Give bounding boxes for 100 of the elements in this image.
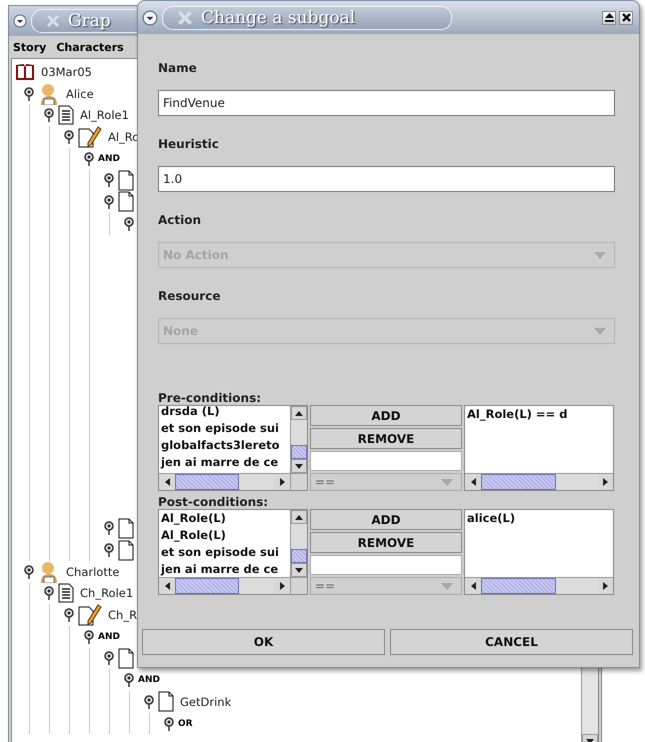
- pin-icon[interactable]: [104, 194, 114, 209]
- horizontal-scrollbar[interactable]: [465, 474, 613, 490]
- scrollbar-thumb[interactable]: [291, 549, 307, 563]
- window-menu-icon[interactable]: [142, 10, 158, 26]
- caret-icon: [594, 328, 606, 334]
- list-item[interactable]: et son episode sui: [159, 420, 290, 437]
- arrow-right-icon[interactable]: [280, 478, 284, 486]
- tree-label[interactable]: Alice: [66, 86, 94, 101]
- pin-icon[interactable]: [124, 216, 134, 231]
- list-item[interactable]: alice(L): [465, 510, 613, 527]
- remove-button[interactable]: REMOVE: [310, 532, 462, 553]
- section-label: Pre-conditions:: [158, 391, 262, 405]
- x-mark-icon: [46, 14, 60, 28]
- add-button[interactable]: ADD: [310, 405, 462, 426]
- cancel-button[interactable]: CANCEL: [390, 629, 633, 655]
- list-item[interactable]: jen ai marre de ce: [159, 561, 290, 577]
- arrow-left-icon[interactable]: [164, 478, 170, 486]
- list-box[interactable]: alice(L): [464, 509, 614, 595]
- arrow-up-icon[interactable]: [295, 514, 303, 520]
- pin-icon[interactable]: [124, 673, 134, 688]
- scrollbar-thumb[interactable]: [175, 474, 240, 490]
- list-box[interactable]: drsda (L) et son episode sui globalfacts3lereto jen ai marre de ce: [158, 405, 308, 491]
- pin-icon[interactable]: [24, 564, 34, 579]
- scrollbar-thumb[interactable]: [481, 474, 556, 490]
- arrow-left-icon[interactable]: [470, 582, 476, 590]
- operator-label[interactable]: AND: [98, 154, 120, 164]
- person-icon: [38, 82, 60, 105]
- list-item[interactable]: jen ai marre de ce: [159, 454, 290, 471]
- pin-icon[interactable]: [64, 130, 74, 144]
- arrow-left-icon[interactable]: [470, 478, 476, 486]
- scrollbar-thumb[interactable]: [291, 445, 307, 459]
- pin-icon[interactable]: [104, 651, 114, 666]
- arrow-down-icon[interactable]: [586, 738, 594, 742]
- pencil-document-icon: [78, 604, 102, 626]
- arrow-right-icon[interactable]: [602, 478, 608, 486]
- tree-label[interactable]: GetDrink: [180, 694, 232, 709]
- menu-item[interactable]: Characters: [56, 40, 124, 54]
- pin-icon[interactable]: [164, 716, 174, 731]
- pin-icon[interactable]: [104, 543, 114, 558]
- pin-icon[interactable]: [44, 586, 54, 600]
- list-item[interactable]: Al_Role(L) == d: [465, 406, 613, 423]
- arrow-up-icon[interactable]: [295, 410, 303, 416]
- horizontal-scrollbar[interactable]: [159, 578, 290, 594]
- field-label: Heuristic: [158, 137, 220, 151]
- arrow-down-icon[interactable]: [295, 464, 303, 468]
- field-label: Action: [158, 213, 202, 227]
- list-item[interactable]: Al_Role(L): [159, 527, 290, 544]
- window-menu-icon[interactable]: [13, 14, 27, 28]
- arrow-right-icon[interactable]: [280, 582, 284, 590]
- close-button[interactable]: [619, 10, 633, 24]
- person-icon: [38, 560, 60, 583]
- list-item[interactable]: Al_Role(L): [159, 510, 290, 527]
- pin-icon[interactable]: [64, 608, 74, 622]
- pin-icon[interactable]: [84, 152, 94, 166]
- tree-label[interactable]: Charlotte: [66, 564, 120, 579]
- pin-icon[interactable]: [144, 694, 154, 709]
- page-icon: [118, 170, 134, 191]
- arrow-left-icon[interactable]: [164, 582, 170, 590]
- list-box[interactable]: Al_Role(L) Al_Role(L) et son episode sui jen ai marre de ce: [158, 509, 308, 595]
- menu-item[interactable]: Story: [13, 40, 46, 54]
- list-box[interactable]: Al_Role(L) == d: [464, 405, 614, 491]
- book-icon: [15, 62, 35, 81]
- horizontal-scrollbar[interactable]: [159, 474, 290, 490]
- tree-label[interactable]: Al_Role1: [80, 108, 129, 122]
- ok-button[interactable]: OK: [142, 629, 385, 655]
- section-label: Post-conditions:: [158, 495, 270, 509]
- pin-icon[interactable]: [24, 86, 34, 101]
- input-field[interactable]: [310, 555, 462, 575]
- operator-label[interactable]: AND: [98, 632, 120, 642]
- input-field[interactable]: 1.0: [158, 166, 615, 192]
- horizontal-scrollbar[interactable]: [465, 578, 613, 594]
- field-label: Resource: [158, 289, 222, 303]
- arrow-down-icon[interactable]: [295, 568, 303, 572]
- remove-button[interactable]: REMOVE: [310, 428, 462, 449]
- pin-icon[interactable]: [104, 521, 114, 536]
- tree-label[interactable]: 03Mar05: [41, 64, 92, 79]
- operator-label[interactable]: OR: [178, 718, 193, 729]
- arrow-right-icon[interactable]: [602, 582, 608, 590]
- scrollbar-thumb[interactable]: [175, 578, 240, 594]
- pencil-document-icon: [78, 126, 102, 148]
- input-field[interactable]: [310, 451, 462, 471]
- maximize-button[interactable]: [602, 10, 616, 24]
- vertical-scrollbar[interactable]: [290, 406, 307, 473]
- list-item[interactable]: drsda (L): [159, 406, 290, 420]
- vertical-scrollbar[interactable]: [290, 510, 307, 577]
- operator-label[interactable]: AND: [138, 675, 160, 686]
- tree-label[interactable]: Ch_R: [108, 608, 138, 622]
- pin-icon[interactable]: [104, 173, 114, 188]
- input-field[interactable]: FindVenue: [158, 90, 615, 116]
- tree-label[interactable]: Ch_Role1: [80, 586, 134, 600]
- list-item[interactable]: et son episode sui: [159, 544, 290, 561]
- caret-icon: [441, 582, 453, 590]
- field-label: Name: [158, 61, 198, 75]
- add-button[interactable]: ADD: [310, 509, 462, 530]
- pin-icon[interactable]: [44, 108, 54, 122]
- page-icon: [118, 648, 134, 669]
- pin-icon[interactable]: [84, 630, 94, 644]
- document-icon: [58, 105, 74, 126]
- list-item[interactable]: globalfacts3lereto: [159, 437, 290, 454]
- scrollbar-thumb[interactable]: [481, 578, 556, 594]
